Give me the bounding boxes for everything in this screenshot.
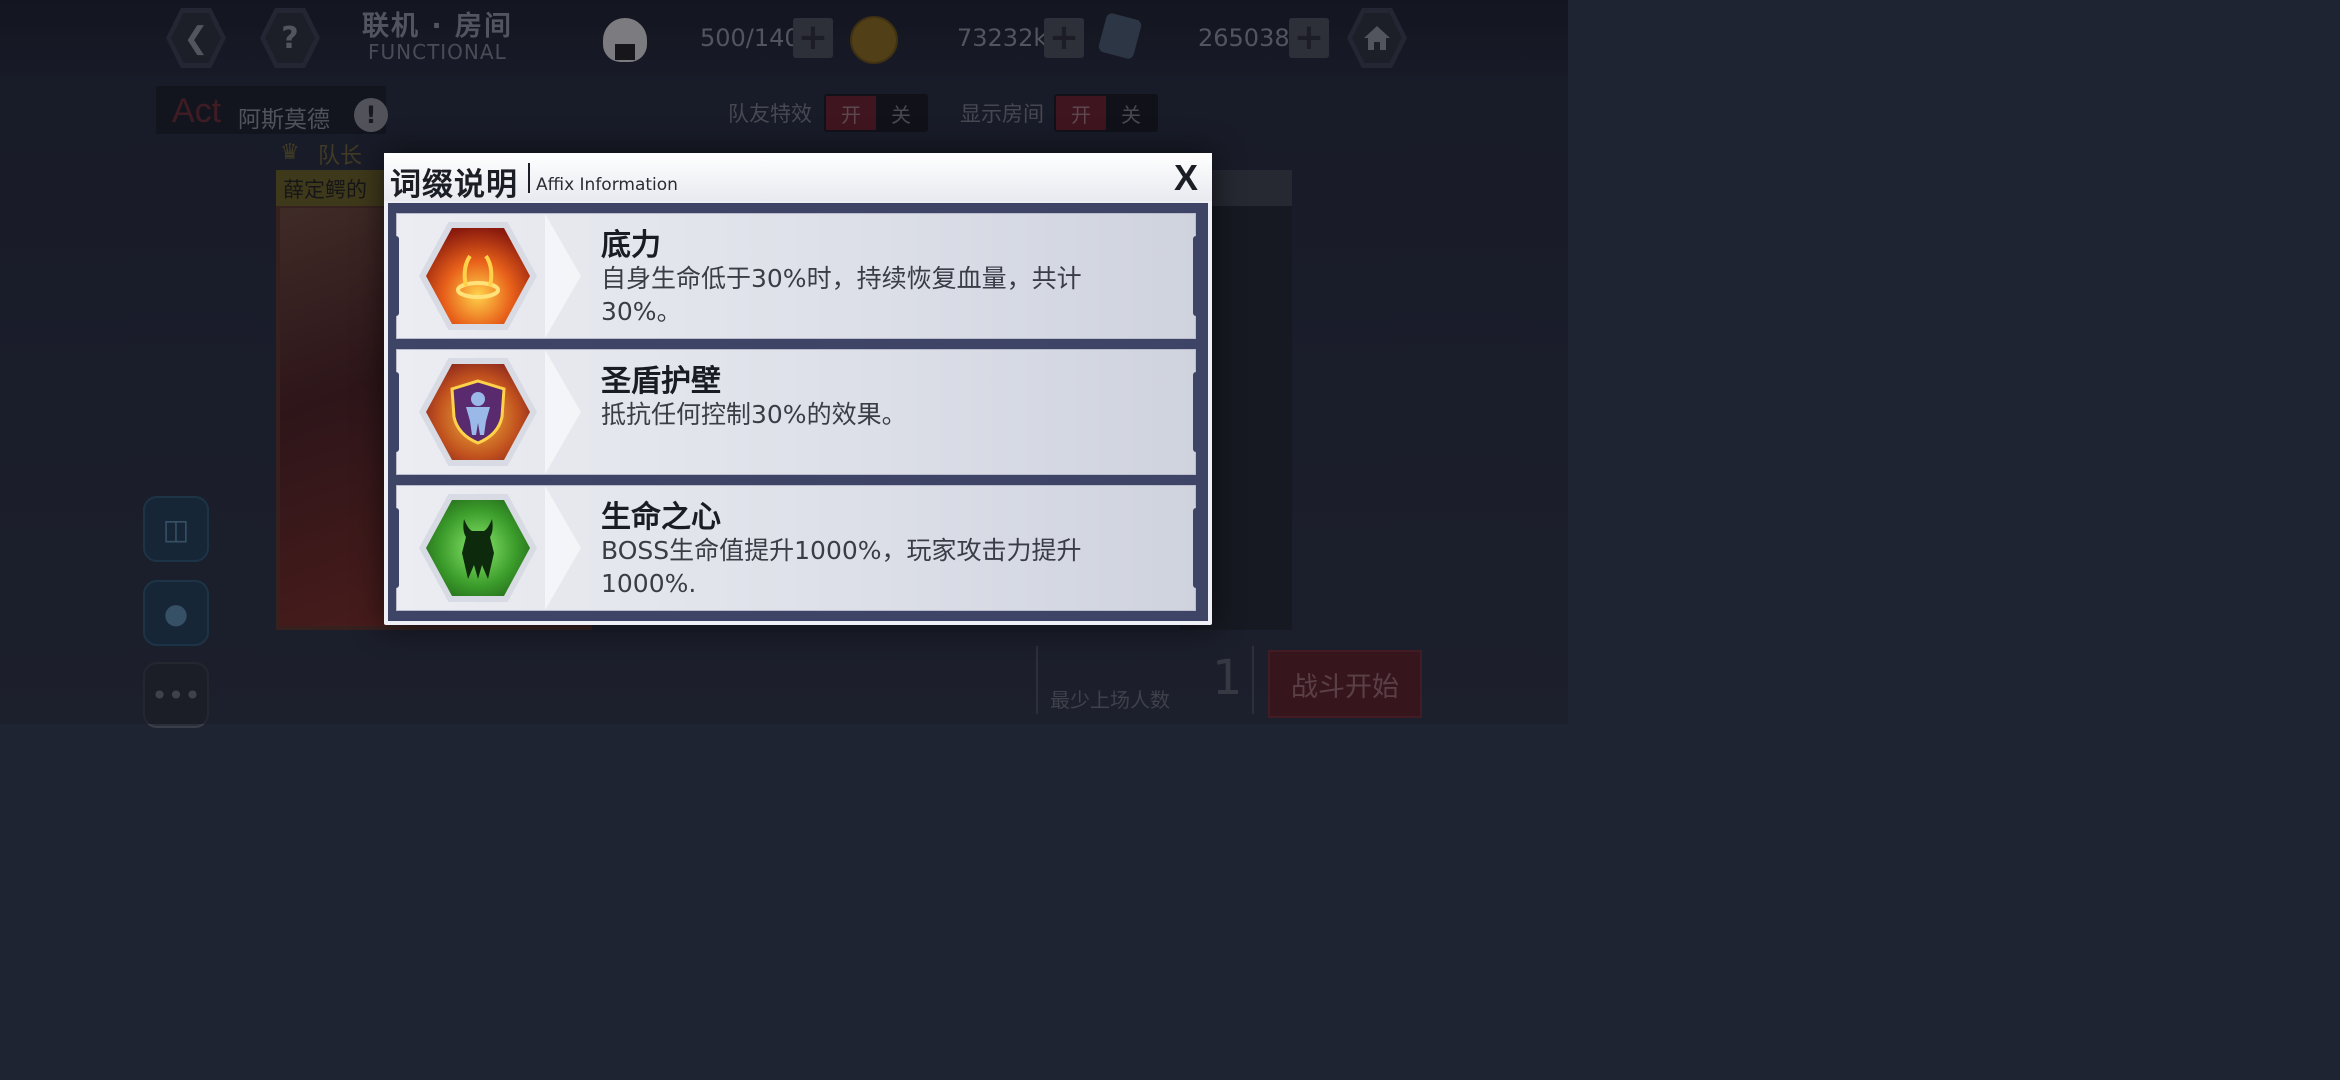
affix-name: 生命之心	[601, 500, 721, 535]
dialog-title: 词缀说明	[390, 167, 518, 203]
dialog-header: 词缀说明 Affix Information X	[384, 153, 1212, 203]
affix-icon-frame	[419, 494, 537, 602]
close-button[interactable]: X	[1174, 157, 1198, 199]
affix-name: 底力	[601, 228, 661, 263]
affix-item: 生命之心 BOSS生命值提升1000%，玩家攻击力提升1000%.	[393, 485, 1199, 611]
affix-name: 圣盾护壁	[601, 364, 721, 399]
chevron-decoration	[545, 350, 581, 474]
affix-item: 圣盾护壁 抵抗任何控制30%的效果。	[393, 349, 1199, 475]
title-divider	[528, 163, 530, 193]
affix-list: 底力 自身生命低于30%时，持续恢复血量，共计30%。 圣盾护壁 抵抗任何控制3…	[388, 203, 1208, 621]
dialog-subtitle: Affix Information	[536, 175, 678, 195]
shield-figure-icon	[426, 364, 530, 460]
affix-item: 底力 自身生命低于30%时，持续恢复血量，共计30%。	[393, 213, 1199, 339]
horned-silhouette-icon	[426, 500, 530, 596]
flame-icon	[426, 228, 530, 324]
affix-description: 自身生命低于30%时，持续恢复血量，共计30%。	[601, 264, 1082, 326]
chevron-decoration	[545, 486, 581, 610]
affix-icon-frame	[419, 222, 537, 330]
affix-icon-frame	[419, 358, 537, 466]
affix-info-dialog: 词缀说明 Affix Information X 底力 自身生命低于30%时，持…	[384, 153, 1212, 625]
affix-description: BOSS生命值提升1000%，玩家攻击力提升1000%.	[601, 536, 1082, 598]
chevron-decoration	[545, 214, 581, 338]
affix-description: 抵抗任何控制30%的效果。	[601, 400, 907, 429]
